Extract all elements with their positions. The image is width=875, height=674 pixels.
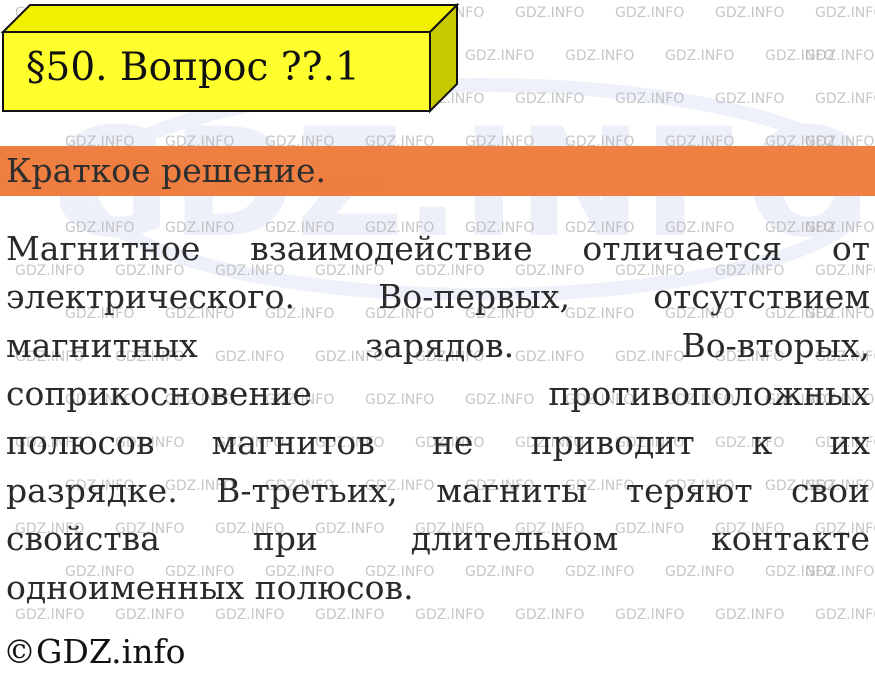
watermark-tile: GDZ.INFO bbox=[465, 48, 535, 64]
answer-text: Магнитное взаимодействие отличается от элект… bbox=[6, 225, 870, 612]
watermark-tile: GDZ.INFO bbox=[805, 48, 875, 64]
section-band: Краткое решение. bbox=[0, 146, 875, 196]
watermark-tile: GDZ.INFO bbox=[615, 5, 685, 21]
page-title: §50. Вопрос ??.1 bbox=[26, 45, 360, 90]
answer-word: не bbox=[431, 422, 474, 462]
answer-line: соприкосновение противоположных bbox=[6, 370, 870, 418]
answer-word: противоположных bbox=[548, 374, 870, 414]
answer-word: приводит bbox=[530, 422, 695, 462]
answer-word: электрического. bbox=[6, 277, 295, 317]
answer-word: свойства bbox=[6, 519, 160, 559]
watermark-tile: GDZ.INFO bbox=[765, 48, 835, 64]
section-label: Краткое решение. bbox=[6, 151, 326, 190]
copyright-text: ©GDZ.info bbox=[3, 632, 186, 671]
answer-line: электрического. Во-первых, отсутствием bbox=[6, 273, 870, 321]
answer-word: свои bbox=[791, 470, 870, 510]
watermark-tile: GDZ.INFO bbox=[615, 91, 685, 107]
watermark-tile: GDZ.INFO bbox=[715, 91, 785, 107]
answer-word: разрядке. bbox=[6, 470, 178, 510]
answer-word: одноименных полюсов. bbox=[6, 567, 414, 607]
answer-word: теряют bbox=[625, 470, 753, 510]
answer-word: контакте bbox=[711, 519, 870, 559]
watermark-tile: GDZ.INFO bbox=[815, 91, 875, 107]
answer-word: магнитных bbox=[6, 325, 198, 365]
answer-word: зарядов. bbox=[365, 325, 515, 365]
watermark-tile: GDZ.INFO bbox=[815, 5, 875, 21]
answer-word: длительном bbox=[410, 519, 619, 559]
watermark-tile: GDZ.INFO bbox=[665, 48, 735, 64]
answer-word: взаимодействие bbox=[250, 229, 533, 268]
answer-word: Во-вторых, bbox=[681, 325, 870, 365]
answer-line: Магнитное взаимодействие отличается от bbox=[6, 225, 870, 273]
answer-word: их bbox=[829, 422, 870, 462]
answer-word: В-третьих, bbox=[216, 470, 398, 510]
answer-word: соприкосновение bbox=[6, 374, 312, 414]
answer-word: отличается bbox=[582, 229, 783, 268]
watermark-tile: GDZ.INFO bbox=[515, 91, 585, 107]
answer-word: Во-первых, bbox=[378, 277, 571, 317]
answer-word: при bbox=[252, 519, 318, 559]
answer-line: свойства при длительном контакте bbox=[6, 515, 870, 563]
title-box: §50. Вопрос ??.1 bbox=[0, 0, 460, 120]
answer-word: от bbox=[831, 229, 870, 268]
answer-line: разрядке. В-третьих, магниты теряют свои bbox=[6, 467, 870, 515]
answer-word: полюсов bbox=[6, 422, 155, 462]
watermark-tile: GDZ.INFO bbox=[715, 5, 785, 21]
answer-word: Магнитное bbox=[6, 229, 201, 268]
watermark-tile: GDZ.INFO bbox=[515, 5, 585, 21]
answer-word: магнитов bbox=[211, 422, 375, 462]
answer-line: магнитных зарядов. Во-вторых, bbox=[6, 322, 870, 370]
answer-line: одноименных полюсов. bbox=[6, 564, 870, 612]
answer-word: магниты bbox=[436, 470, 588, 510]
answer-word: к bbox=[751, 422, 773, 462]
watermark-tile: GDZ.INFO bbox=[565, 48, 635, 64]
answer-word: отсутствием bbox=[653, 277, 870, 317]
answer-line: полюсов магнитов не приводит к их bbox=[6, 419, 870, 467]
